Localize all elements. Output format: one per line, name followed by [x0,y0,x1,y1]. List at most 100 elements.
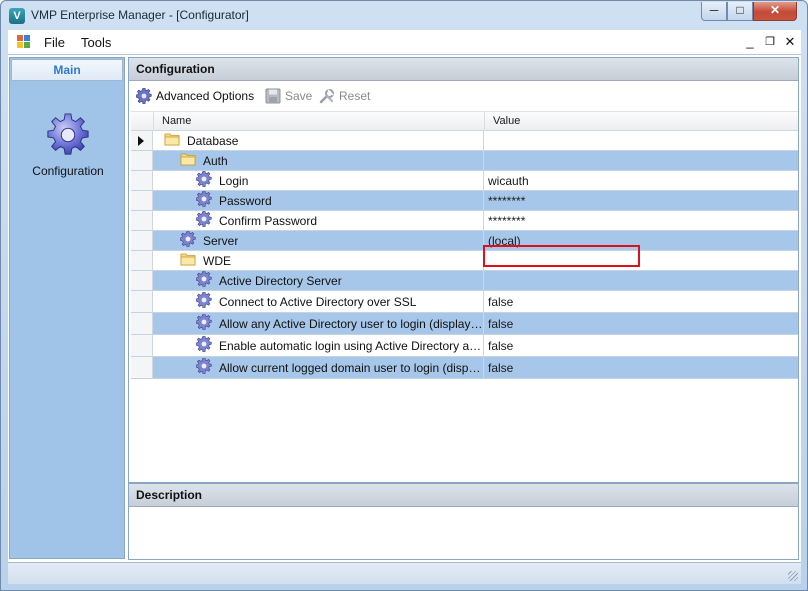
table-row[interactable]: Auth [131,151,798,171]
client-area: Main Configuration Configuration Advance… [8,55,801,562]
gear-icon [195,291,212,311]
table-row[interactable]: Allow any Active Directory user to login… [131,313,798,335]
table-row[interactable]: Database [131,131,798,151]
window-title: VMP Enterprise Manager - [Configurator] [31,8,249,22]
name-cell[interactable]: Active Directory Server [153,271,484,290]
description-text [129,507,798,519]
setting-name: Login [219,173,249,188]
folder-icon [164,132,180,149]
reset-label: Reset [339,89,371,103]
configuration-panel: Configuration Advanced Options Save Rese… [128,57,799,483]
table-row[interactable]: Allow current logged domain user to logi… [131,357,798,379]
value-cell[interactable]: ******** [484,211,798,230]
navigation-panel: Main Configuration [9,57,125,559]
name-cell[interactable]: Allow current logged domain user to logi… [153,357,484,378]
password-highlight-box [483,245,640,267]
gear-icon [179,231,196,250]
row-header[interactable] [131,211,153,230]
name-cell[interactable]: Allow any Active Directory user to login… [153,313,484,334]
status-bar [8,562,801,584]
row-header[interactable] [131,291,153,312]
password-value-cell[interactable]: ******** [484,191,798,210]
value-cell[interactable] [484,271,798,290]
child-window-icon[interactable] [17,35,31,49]
row-header[interactable] [131,271,153,290]
setting-name: Password [219,193,272,208]
menu-file[interactable]: File [44,35,65,50]
minimize-button[interactable]: ─ [701,2,727,21]
row-header[interactable] [131,357,153,378]
nav-item-configuration[interactable]: Configuration [20,112,116,178]
table-row[interactable]: Password ******** [131,191,798,211]
setting-name: Auth [203,153,228,168]
value-cell[interactable]: false [484,313,798,334]
value-cell[interactable] [484,151,798,170]
table-row[interactable]: Connect to Active Directory over SSL fals… [131,291,798,313]
name-cell[interactable]: Login [153,171,484,190]
gear-icon [195,271,212,290]
app-logo-icon: V [9,8,25,24]
column-header-name[interactable]: Name [153,112,484,131]
gear-icon [195,191,212,210]
value-cell[interactable] [484,131,798,150]
mdi-close-button[interactable]: ✕ [782,34,798,50]
advanced-options-button[interactable]: Advanced Options [136,87,254,105]
table-row[interactable]: Confirm Password ******** [131,211,798,231]
gear-icon [136,88,152,104]
name-cell[interactable]: Auth [153,151,484,170]
nav-main-header[interactable]: Main [11,59,123,81]
floppy-disk-icon [265,88,281,104]
close-button[interactable]: ✕ [753,2,797,21]
panel-title: Configuration [129,58,798,81]
folder-icon [180,252,196,269]
reset-button[interactable]: Reset [319,87,370,105]
toolbar: Advanced Options Save Reset [129,82,798,108]
save-label: Save [285,89,313,103]
setting-name: Server [203,233,239,248]
save-button[interactable]: Save [265,87,312,105]
menu-tools[interactable]: Tools [81,35,111,50]
nav-item-label: Configuration [32,164,104,178]
name-cell[interactable]: Server [153,231,484,250]
row-header[interactable] [131,313,153,334]
table-row[interactable]: Active Directory Server [131,271,798,291]
name-cell[interactable]: Password [153,191,484,210]
mdi-restore-button[interactable]: ❐ [762,35,778,48]
gear-icon [195,313,212,333]
name-cell[interactable]: Database [153,131,484,150]
table-row[interactable]: Enable automatic login using Active Dire… [131,335,798,357]
row-header[interactable] [131,131,153,150]
value-cell[interactable]: false [484,291,798,312]
value-cell[interactable]: false [484,357,798,378]
tools-icon [319,89,334,104]
name-cell[interactable]: Confirm Password [153,211,484,230]
value-cell[interactable]: wicauth [484,171,798,190]
table-row[interactable]: Login wicauth [131,171,798,191]
column-header-value[interactable]: Value [484,112,798,131]
value-cell[interactable]: false [484,335,798,356]
table-row[interactable]: Server (local) [131,231,798,251]
gear-icon [47,113,89,155]
table-row[interactable]: WDE [131,251,798,271]
mdi-minimize-button[interactable]: _ [742,34,758,49]
row-header[interactable] [131,335,153,356]
row-header[interactable] [131,151,153,170]
gear-icon [195,171,212,190]
resize-grip[interactable] [788,571,798,581]
name-cell[interactable]: WDE [153,251,484,270]
row-header[interactable] [131,191,153,210]
row-header[interactable] [131,251,153,270]
name-cell[interactable]: Enable automatic login using Active Dire… [153,335,484,356]
row-header[interactable] [131,171,153,190]
maximize-button[interactable]: □ [727,2,753,21]
setting-name: Active Directory Server [219,273,342,288]
row-header[interactable] [131,231,153,250]
setting-name: Allow current logged domain user to logi… [219,360,483,375]
title-bar[interactable]: V VMP Enterprise Manager - [Configurator… [1,1,807,30]
setting-name: Enable automatic login using Active Dire… [219,338,483,353]
description-title: Description [129,484,798,507]
menu-bar: File Tools _ ❐ ✕ [8,30,801,55]
gear-icon [195,335,212,355]
name-cell[interactable]: Connect to Active Directory over SSL [153,291,484,312]
setting-name: WDE [203,253,231,268]
